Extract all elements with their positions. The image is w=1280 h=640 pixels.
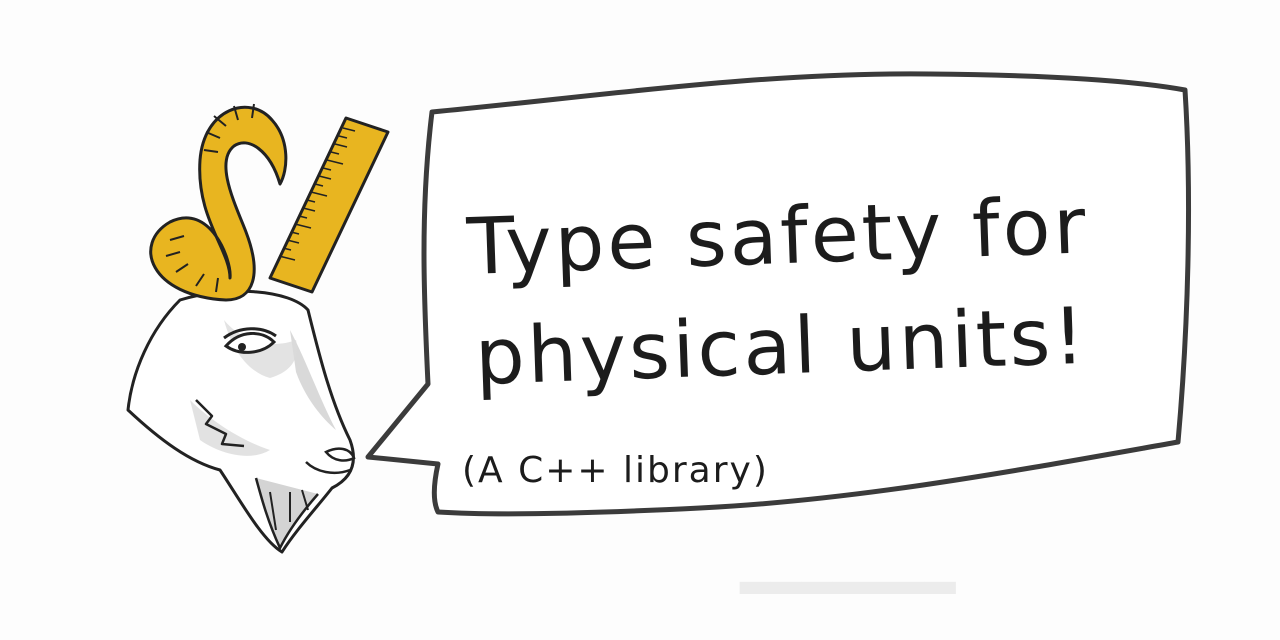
- artwork-canvas: ▂▂▂▂▂▂▂▂▂ ▂▂▂▂▂ ▂▂▂▂▂▂▂▂▂▂▂▂▂▂ ▂▂▂▂▂▂▂: [0, 0, 1280, 640]
- illustration: Type safety for physical units! (A C++ l…: [126, 71, 1192, 554]
- subtitle: (A C++ library): [462, 450, 769, 491]
- ruler-horn-icon: [268, 116, 390, 294]
- goat-head-with-ruler-horn-icon: [126, 103, 390, 554]
